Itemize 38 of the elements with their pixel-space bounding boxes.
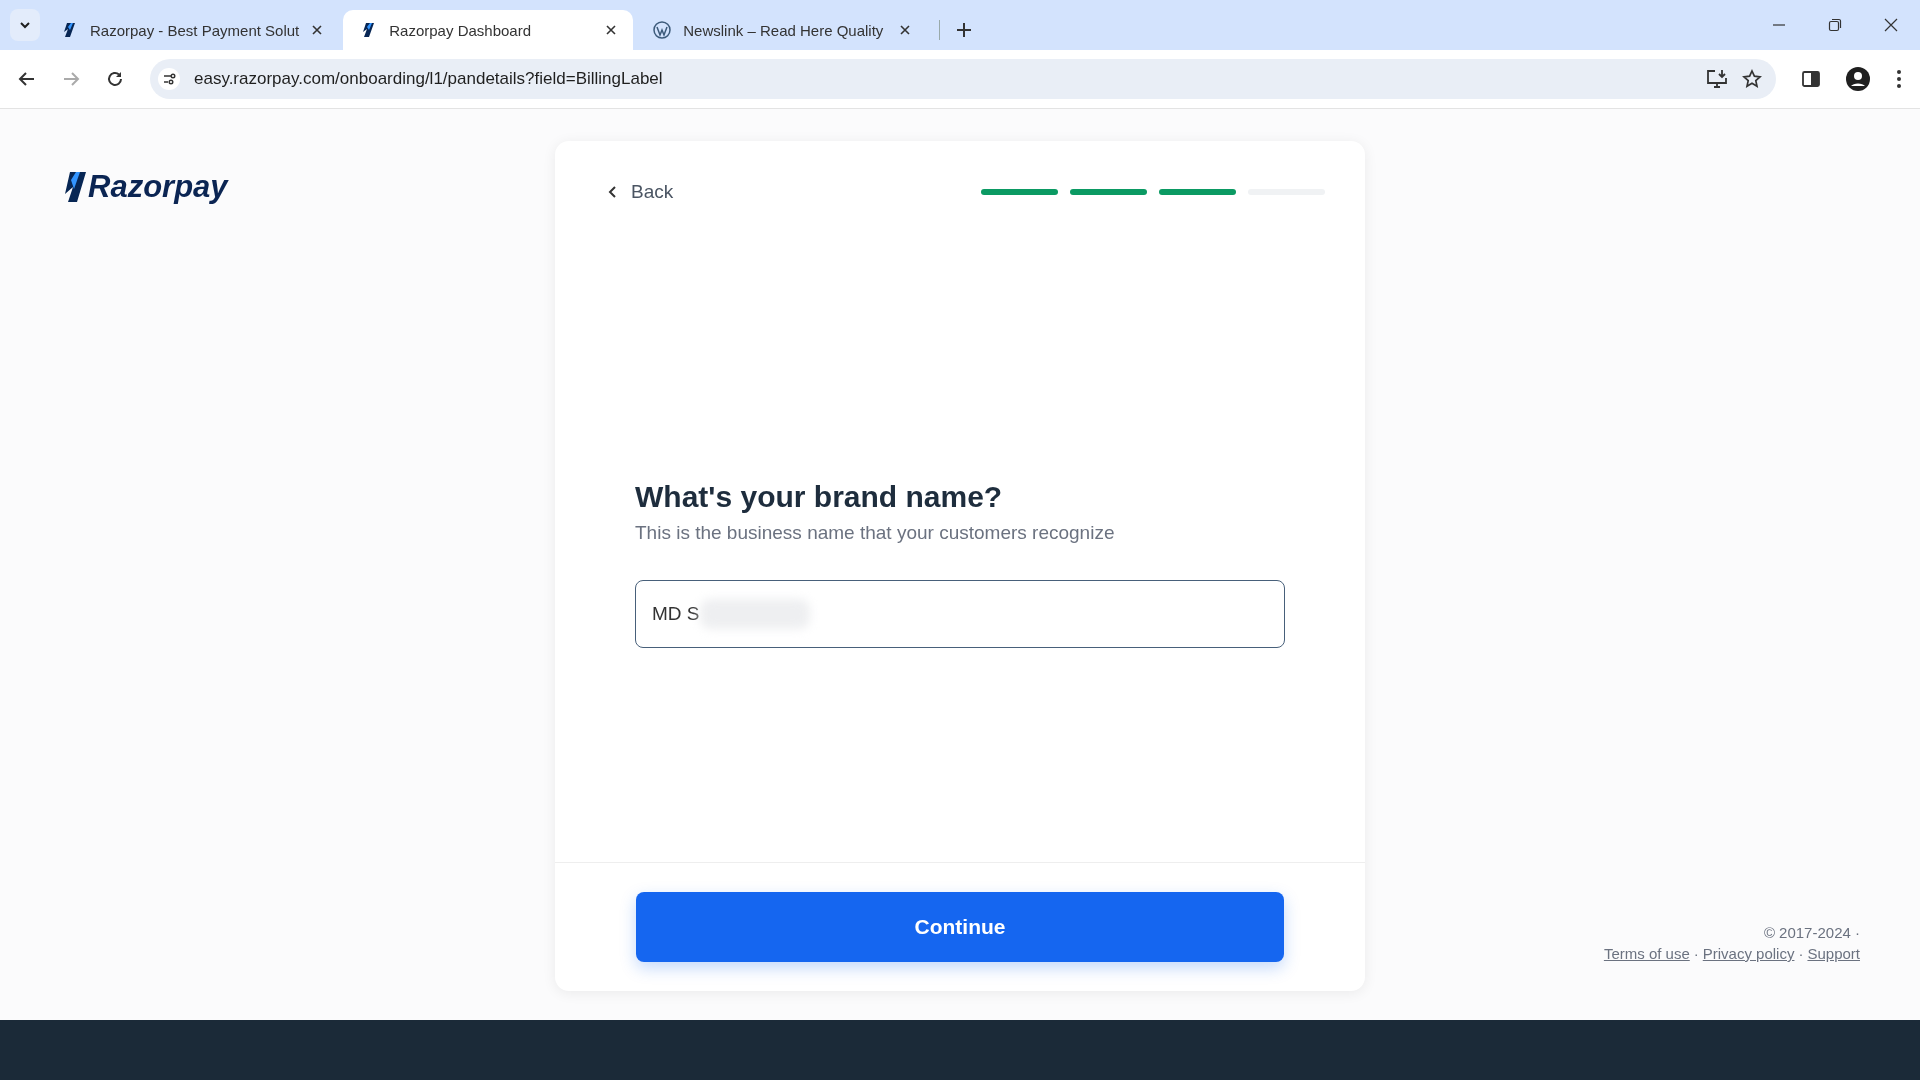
chevron-left-icon [607, 185, 617, 199]
address-bar[interactable]: easy.razorpay.com/onboarding/l1/pandetails?field=BillingLabel [150, 59, 1776, 99]
continue-button[interactable]: Continue [636, 892, 1284, 962]
reload-icon[interactable] [106, 70, 124, 88]
browser-tab[interactable]: Razorpay - Best Payment Solut [44, 10, 340, 50]
close-tab-icon[interactable] [311, 24, 324, 36]
wordpress-favicon-icon [653, 21, 672, 39]
tab-title: Newslink – Read Here Quality [683, 21, 885, 39]
side-panel-icon[interactable] [1802, 70, 1820, 88]
profile-icon[interactable] [1846, 67, 1870, 91]
copyright-text: © 2017-2024 · [1763, 924, 1860, 941]
url-text: easy.razorpay.com/onboarding/l1/pandetails?field=BillingLabel [194, 69, 663, 89]
hint-text: This is the business name that your customers recognize [635, 522, 1116, 544]
separator-dot: · [1798, 945, 1804, 962]
close-tab-icon[interactable] [899, 24, 912, 36]
tab-title: Razorpay Dashboard [389, 21, 532, 39]
field-value: MD S [652, 603, 700, 625]
back-button[interactable]: Back [607, 181, 674, 203]
brand-name-field[interactable]: MD S [635, 580, 1285, 648]
browser-tab[interactable]: Razorpay Dashboard [343, 10, 634, 50]
footer-link[interactable]: Support [1807, 945, 1860, 962]
footer-link[interactable]: Terms of use [1603, 945, 1690, 962]
footer-link[interactable]: Privacy policy [1702, 945, 1795, 962]
install-app-icon[interactable] [1706, 69, 1728, 89]
browser-tab[interactable]: Newslink – Read Here Quality [637, 10, 928, 50]
tab-search-button[interactable] [10, 9, 40, 41]
back-arrow-icon[interactable] [18, 70, 36, 88]
new-tab-icon[interactable] [956, 22, 973, 38]
tab-title: Razorpay - Best Payment Solut [90, 21, 300, 39]
menu-icon[interactable] [1896, 69, 1902, 89]
restore-icon[interactable] [1828, 18, 1842, 32]
separator-dot: · [1693, 945, 1699, 962]
question-heading: What's your brand name? [635, 480, 1004, 514]
close-window-icon[interactable] [1884, 18, 1898, 32]
site-settings-icon[interactable] [158, 68, 180, 90]
close-tab-icon[interactable] [605, 24, 618, 36]
star-icon[interactable] [1742, 69, 1762, 89]
logo-text: Razorpay [88, 169, 228, 205]
